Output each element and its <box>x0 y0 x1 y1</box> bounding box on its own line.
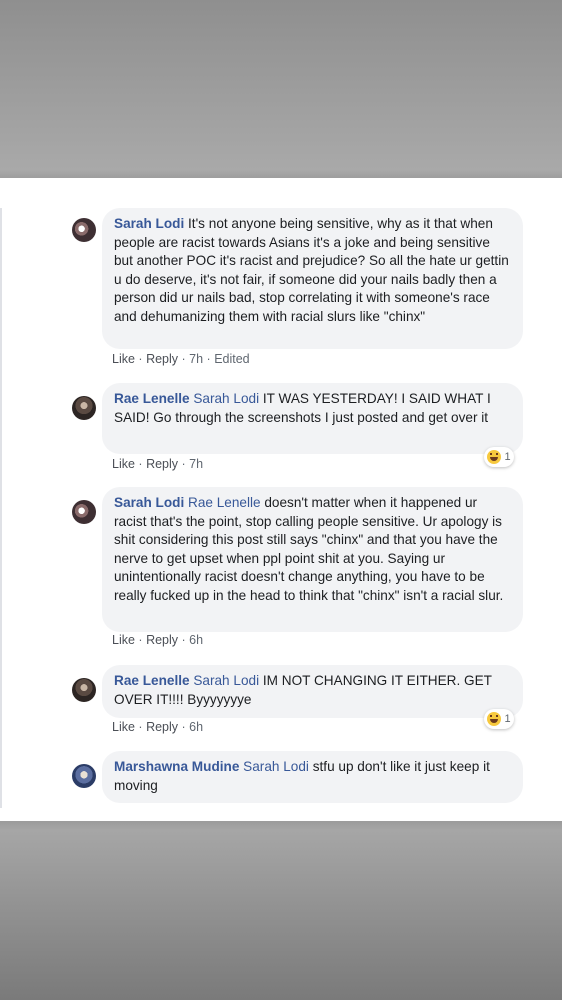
author-name[interactable]: Sarah Lodi <box>114 216 184 231</box>
mention[interactable]: Sarah Lodi <box>193 673 259 688</box>
edited-label[interactable]: Edited <box>214 352 249 366</box>
timestamp[interactable]: 6h <box>189 633 203 647</box>
timestamp[interactable]: 7h <box>189 352 203 366</box>
comment-actions: Like · Reply · 6h <box>112 633 203 647</box>
author-name[interactable]: Rae Lenelle <box>114 391 190 406</box>
reaction-number: 1 <box>504 713 511 725</box>
haha-emoji-icon <box>487 712 502 726</box>
separator: · <box>181 720 190 734</box>
reaction-count[interactable]: 1 <box>484 709 514 729</box>
separator: · <box>181 352 190 366</box>
comment-bubble: Rae Lenelle Sarah Lodi IM NOT CHANGING I… <box>102 665 523 718</box>
separator: · <box>181 457 190 471</box>
reply-link[interactable]: Reply <box>146 352 178 366</box>
avatar[interactable] <box>72 218 96 242</box>
reaction-count[interactable]: 1 <box>484 447 514 467</box>
comment-text: doesn't matter when it happened ur racis… <box>114 495 504 603</box>
reaction-number: 1 <box>504 451 511 463</box>
like-link[interactable]: Like <box>112 457 135 471</box>
like-link[interactable]: Like <box>112 352 135 366</box>
separator: · <box>181 633 190 647</box>
comment-bubble: Marshawna Mudine Sarah Lodi stfu up don'… <box>102 751 523 803</box>
separator: · <box>138 633 147 647</box>
author-name[interactable]: Rae Lenelle <box>114 673 190 688</box>
comment-actions: Like · Reply · 6h <box>112 720 203 734</box>
avatar[interactable] <box>72 678 96 702</box>
avatar[interactable] <box>72 500 96 524</box>
reply-link[interactable]: Reply <box>146 457 178 471</box>
comment-actions: Like · Reply · 7h · Edited <box>112 352 250 366</box>
comment-text: It's not anyone being sensitive, why as … <box>114 216 509 324</box>
author-name[interactable]: Sarah Lodi <box>114 495 184 510</box>
reply-link[interactable]: Reply <box>146 633 178 647</box>
comments-panel: Sarah Lodi It's not anyone being sensiti… <box>0 178 562 821</box>
timestamp[interactable]: 7h <box>189 457 203 471</box>
avatar[interactable] <box>72 764 96 788</box>
mention[interactable]: Sarah Lodi <box>193 391 259 406</box>
comment-bubble: Sarah Lodi It's not anyone being sensiti… <box>102 208 523 349</box>
haha-emoji-icon <box>487 450 502 464</box>
mention[interactable]: Rae Lenelle <box>188 495 261 510</box>
comment-actions: Like · Reply · 7h <box>112 457 203 471</box>
comment-bubble: Sarah Lodi Rae Lenelle doesn't matter wh… <box>102 487 523 632</box>
mention[interactable]: Sarah Lodi <box>243 759 309 774</box>
like-link[interactable]: Like <box>112 720 135 734</box>
like-link[interactable]: Like <box>112 633 135 647</box>
reply-link[interactable]: Reply <box>146 720 178 734</box>
separator: · <box>138 352 147 366</box>
thread-rule <box>0 208 2 808</box>
avatar[interactable] <box>72 396 96 420</box>
separator: · <box>138 720 147 734</box>
comment-bubble: Rae Lenelle Sarah Lodi IT WAS YESTERDAY!… <box>102 383 523 454</box>
author-name[interactable]: Marshawna Mudine <box>114 759 239 774</box>
separator: · <box>138 457 147 471</box>
timestamp[interactable]: 6h <box>189 720 203 734</box>
